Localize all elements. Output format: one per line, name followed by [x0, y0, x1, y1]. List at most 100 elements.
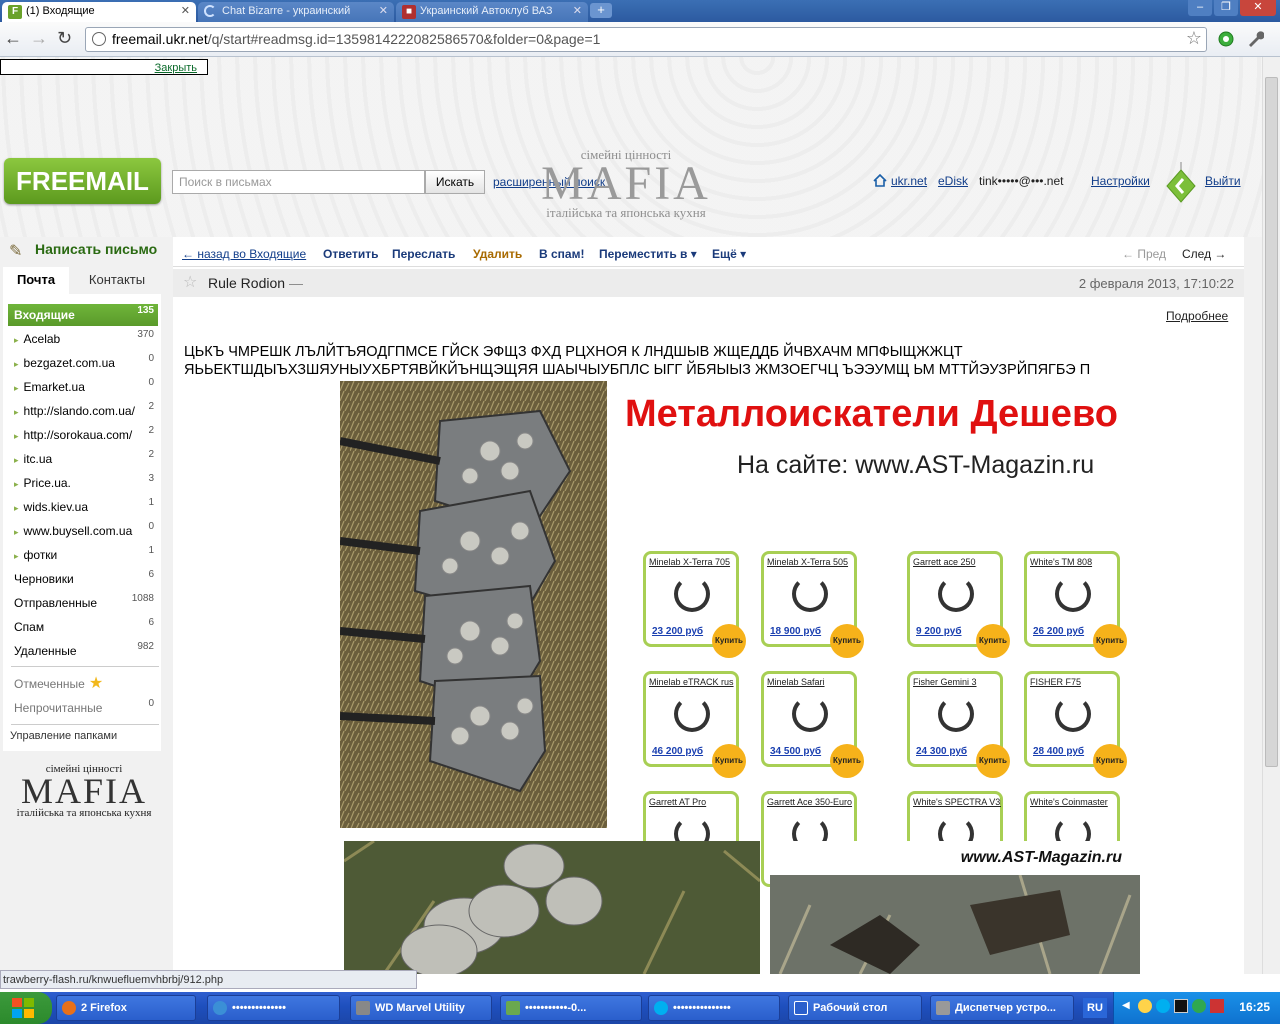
taskbar-desktop[interactable]: Рабочий стол — [788, 995, 922, 1021]
buy-button[interactable]: Купить — [976, 624, 1010, 658]
site-favicon: ■ — [402, 5, 416, 19]
close-banner-link[interactable]: Закрыть — [155, 62, 197, 74]
product-card[interactable]: Minelab X-Terra 505 18 900 руб Купить — [761, 551, 864, 658]
folder-deleted[interactable]: Удаленные 982 — [8, 640, 158, 662]
tab-contacts[interactable]: Контакты — [73, 267, 161, 294]
close-tab-icon[interactable]: ✕ — [573, 4, 582, 17]
search-button[interactable]: Искать — [425, 170, 485, 194]
extension-icon[interactable] — [1217, 30, 1235, 48]
tab-inbox[interactable]: F (1) Входящие ✕ — [2, 2, 196, 22]
manage-folders-link[interactable]: Управление папками — [10, 730, 117, 742]
buy-button[interactable]: Купить — [712, 744, 746, 778]
tray-expand-icon[interactable]: ◀ — [1122, 1000, 1130, 1011]
message-toolbar: ← назад во Входящие Ответить Переслать У… — [173, 240, 1244, 267]
tab-chat-bizarre[interactable]: Chat Bizarre - украинский ✕ — [198, 2, 394, 22]
new-tab-button[interactable]: + — [590, 3, 612, 18]
wrench-icon[interactable] — [1246, 30, 1264, 48]
taskbar-wd-marvel[interactable]: WD Marvel Utility — [350, 995, 492, 1021]
mafia-banner-side[interactable]: сімейні цінності MAFIA італійська та япо… — [14, 763, 154, 819]
folder-acelab[interactable]: ▸ Acelab 370 — [8, 328, 158, 350]
product-card[interactable]: Minelab Safari 34 500 руб Купить — [761, 671, 864, 778]
tray-icon-5[interactable] — [1210, 999, 1224, 1013]
address-bar[interactable]: freemail.ukr.net/q/start#readmsg.id=1359… — [85, 27, 1207, 52]
folder-price[interactable]: ▸ Price.ua. 3 — [8, 472, 158, 494]
edisk-link[interactable]: eDisk — [938, 174, 968, 188]
tab-title: Украинский Автоклуб ВАЗ — [420, 5, 553, 17]
folder-label: фотки — [23, 548, 58, 562]
maximize-icon[interactable]: ❐ — [1214, 0, 1238, 16]
folder-buysell[interactable]: ▸ www.buysell.com.ua 0 — [8, 520, 158, 542]
details-link[interactable]: Подробнее — [1166, 309, 1228, 323]
folder-emarket[interactable]: ▸ Emarket.ua 0 — [8, 376, 158, 398]
folder-spam[interactable]: Спам 6 — [8, 616, 158, 638]
start-button[interactable] — [0, 992, 52, 1024]
folder-itc[interactable]: ▸ itc.ua 2 — [8, 448, 158, 470]
buy-button[interactable]: Купить — [830, 744, 864, 778]
taskbar-firefox[interactable]: 2 Firefox — [56, 995, 196, 1021]
close-tab-icon[interactable]: ✕ — [379, 4, 388, 17]
skype-tray-icon[interactable] — [1156, 999, 1170, 1013]
move-to-button[interactable]: Переместить в ▾ — [599, 247, 697, 261]
tab-avtoklub[interactable]: ■ Украинский Автоклуб ВАЗ ✕ — [396, 2, 588, 22]
monitor-tray-icon[interactable] — [1174, 999, 1188, 1013]
product-card[interactable]: Minelab X-Terra 705 23 200 руб Купить — [643, 551, 746, 658]
taskbar-device-manager[interactable]: Диспетчер устро... — [930, 995, 1074, 1021]
folder-flagged[interactable]: Отмеченные ★ — [8, 673, 158, 695]
bookmark-star-icon[interactable]: ☆ — [1186, 28, 1202, 49]
folder-bezgazet[interactable]: ▸ bezgazet.com.ua 0 — [8, 352, 158, 374]
product-card[interactable]: Garrett ace 250 9 200 руб Купить — [907, 551, 1010, 658]
buy-button[interactable]: Купить — [830, 624, 864, 658]
close-tab-icon[interactable]: ✕ — [181, 4, 190, 17]
prev-message-button[interactable]: ← Пред — [1122, 247, 1166, 261]
tab-mail[interactable]: Почта — [3, 267, 69, 294]
folder-slando[interactable]: ▸ http://slando.com.ua/2 — [8, 400, 158, 422]
buy-button[interactable]: Купить — [712, 624, 746, 658]
info-tray-icon[interactable] — [1192, 999, 1206, 1013]
scrollbar-thumb[interactable] — [1265, 77, 1278, 767]
compose-button[interactable]: ✎ Написать письмо — [7, 241, 162, 261]
ad-metal-detectors[interactable]: Металлоискатели Дешево На сайте: www.AST… — [613, 381, 1160, 898]
folder-inbox[interactable]: Входящие 135 — [8, 304, 158, 326]
buy-button[interactable]: Купить — [1093, 624, 1127, 658]
close-window-icon[interactable]: ✕ — [1240, 0, 1276, 16]
reload-icon[interactable]: ↻ — [57, 28, 72, 49]
next-message-button[interactable]: След → — [1182, 247, 1226, 261]
folder-wids[interactable]: ▸ wids.kiev.ua 1 — [8, 496, 158, 518]
forward-button[interactable]: Переслать — [392, 247, 455, 261]
freemail-favicon: F — [8, 5, 22, 19]
mafia-banner-top[interactable]: сімейні цінності MAFIA італійська та япо… — [515, 147, 737, 221]
reply-button[interactable]: Ответить — [323, 247, 378, 261]
delete-button[interactable]: Удалить — [473, 247, 522, 261]
product-card[interactable]: Minelab eTRACK rus 46 200 руб Купить — [643, 671, 746, 778]
product-card[interactable]: White's TM 808 26 200 руб Купить — [1024, 551, 1127, 658]
settings-link[interactable]: Настройки — [1091, 174, 1150, 188]
taskbar-app[interactable]: •••••••••••-0... — [500, 995, 642, 1021]
folder-sent[interactable]: Отправленные 1088 — [8, 592, 158, 614]
forward-arrow-icon[interactable]: → — [30, 28, 48, 49]
product-card[interactable]: FISHER F75 28 400 руб Купить — [1024, 671, 1127, 778]
search-input[interactable]: Поиск в письмах — [172, 170, 425, 194]
page-scrollbar[interactable] — [1262, 57, 1280, 974]
ukrnet-link[interactable]: ukr.net — [891, 174, 927, 188]
folder-sorokaua[interactable]: ▸ http://sorokaua.com/2 — [8, 424, 158, 446]
freemail-logo[interactable]: FREEMAIL — [4, 158, 161, 204]
minimize-icon[interactable]: – — [1188, 0, 1212, 16]
back-arrow-icon[interactable]: ← — [4, 28, 22, 49]
back-to-inbox-link[interactable]: ← назад во Входящие — [182, 247, 306, 261]
spam-button[interactable]: В спам! — [539, 247, 584, 261]
logout-link[interactable]: Выйти — [1205, 174, 1241, 188]
buy-button[interactable]: Купить — [1093, 744, 1127, 778]
tray-icon-1[interactable] — [1138, 999, 1152, 1013]
product-name: White's Coinmaster — [1030, 797, 1108, 807]
buy-button[interactable]: Купить — [976, 744, 1010, 778]
home-icon[interactable] — [873, 174, 887, 187]
product-card[interactable]: Fisher Gemini 3 24 300 руб Купить — [907, 671, 1010, 778]
folder-photos[interactable]: ▸ фотки 1 — [8, 544, 158, 566]
language-indicator[interactable]: RU — [1083, 998, 1107, 1018]
more-button[interactable]: Ещё ▾ — [712, 247, 746, 261]
folder-drafts[interactable]: Черновики 6 — [8, 568, 158, 590]
taskbar-skype[interactable]: ••••••••••••••• — [648, 995, 780, 1021]
folder-unread[interactable]: Непрочитанные 0 — [8, 697, 158, 719]
flag-star-icon[interactable]: ☆ — [183, 272, 197, 292]
taskbar-chrome[interactable]: •••••••••••••• — [207, 995, 340, 1021]
